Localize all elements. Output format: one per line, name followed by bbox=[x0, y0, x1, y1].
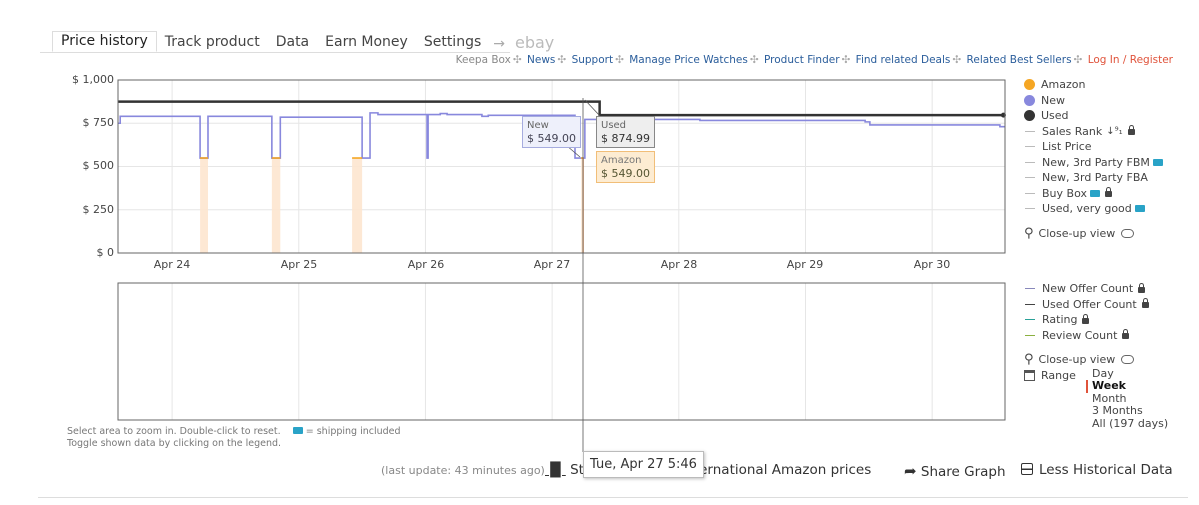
legend-item-new-offer-count[interactable]: New Offer Count bbox=[1024, 281, 1168, 297]
amazon-price-area bbox=[200, 158, 208, 253]
tooltip-used: Used $ 874.99 bbox=[596, 116, 655, 148]
range-selector: Range Day Week Month 3 Months All (197 d… bbox=[1024, 367, 1168, 431]
toggle-icon[interactable] bbox=[1121, 355, 1135, 365]
lock-icon bbox=[1138, 282, 1146, 293]
truck-icon bbox=[292, 427, 303, 434]
truck-icon bbox=[1089, 189, 1100, 197]
tooltip-label: Amazon bbox=[601, 155, 642, 166]
legend-label: Used Offer Count bbox=[1042, 297, 1137, 311]
legend-label: Amazon bbox=[1041, 78, 1086, 91]
new-dot-icon bbox=[1024, 94, 1035, 106]
legend-item-amazon[interactable]: Amazon bbox=[1024, 77, 1163, 93]
range-options: Day Week Month 3 Months All (197 days) bbox=[1086, 367, 1168, 431]
truck-icon bbox=[1134, 205, 1145, 213]
lock-icon bbox=[1104, 187, 1112, 198]
line-icon bbox=[1025, 177, 1035, 179]
search-icon: ⚲ bbox=[1024, 225, 1034, 241]
legend-label: New, 3rd Party FBA bbox=[1042, 171, 1148, 184]
legend-item-used-offer-count[interactable]: Used Offer Count bbox=[1024, 297, 1168, 313]
legend-label: Review Count bbox=[1042, 328, 1118, 342]
line-icon bbox=[1025, 303, 1035, 305]
range-all[interactable]: All (197 days) bbox=[1092, 417, 1168, 431]
tooltip-label: New bbox=[527, 120, 549, 131]
legend-bottom: New Offer Count Used Offer Count Rating … bbox=[1024, 281, 1168, 430]
range-label: Range bbox=[1041, 368, 1076, 382]
hint-text: Toggle shown data by clicking on the leg… bbox=[67, 438, 282, 449]
lock-icon bbox=[1127, 125, 1135, 136]
legend-item-used[interactable]: Used bbox=[1024, 108, 1163, 124]
legend-item-list-price[interactable]: List Price bbox=[1024, 139, 1163, 155]
legend-item-buy-box[interactable]: Buy Box bbox=[1024, 186, 1163, 202]
line-icon bbox=[1025, 161, 1035, 163]
chart-hint: Select area to zoom in. Double-click to … bbox=[67, 426, 401, 450]
legend-label: New Offer Count bbox=[1042, 282, 1134, 295]
legend-item-new-fbm[interactable]: New, 3rd Party FBM bbox=[1024, 155, 1163, 171]
line-icon bbox=[1025, 334, 1035, 336]
footer-divider bbox=[38, 497, 1188, 498]
legend-label: New bbox=[1041, 93, 1065, 107]
range-week[interactable]: Week bbox=[1086, 379, 1168, 393]
legend-item-rating[interactable]: Rating bbox=[1024, 312, 1168, 328]
hint-text: = shipping included bbox=[305, 426, 401, 437]
legend-label: Buy Box bbox=[1042, 186, 1087, 200]
legend-item-sales-rank[interactable]: Sales Rank ↓⁹₁ bbox=[1024, 124, 1163, 140]
hint-text: Select area to zoom in. Double-click to … bbox=[67, 426, 281, 437]
line-icon bbox=[1025, 192, 1035, 194]
share-label: Share Graph bbox=[920, 464, 1006, 480]
tooltip-value: $ 549.00 bbox=[527, 132, 576, 145]
closeup-label: Close-up view bbox=[1038, 226, 1116, 240]
legend-label: Rating bbox=[1042, 313, 1078, 326]
share-graph-button[interactable]: ➦ Share Graph bbox=[904, 462, 1006, 480]
bar-chart-icon: ▐▌ bbox=[545, 462, 566, 478]
legend-item-review-count[interactable]: Review Count bbox=[1024, 328, 1168, 344]
amazon-price-area bbox=[352, 158, 363, 253]
legend-label: Sales Rank bbox=[1042, 124, 1103, 138]
tooltip-value: $ 874.99 bbox=[601, 132, 650, 145]
last-update: (last update: 43 minutes ago) bbox=[381, 464, 545, 477]
sort-icon: ↓⁹₁ bbox=[1106, 125, 1123, 137]
amazon-dot-icon bbox=[1024, 79, 1035, 91]
truck-icon bbox=[1152, 158, 1163, 166]
less-historical-data-button[interactable]: Less Historical Data bbox=[1021, 462, 1173, 478]
tooltip-value: $ 549.00 bbox=[601, 167, 650, 180]
series-line-used bbox=[118, 100, 1004, 117]
legend-item-new-fba[interactable]: New, 3rd Party FBA bbox=[1024, 170, 1163, 186]
less-label: Less Historical Data bbox=[1039, 462, 1173, 478]
collapse-icon bbox=[1021, 463, 1033, 475]
tooltip-amazon: Amazon $ 549.00 bbox=[596, 151, 655, 183]
search-icon: ⚲ bbox=[1024, 352, 1034, 367]
calendar-icon bbox=[1024, 369, 1035, 381]
lock-icon bbox=[1122, 329, 1130, 340]
chart-frame-bottom bbox=[117, 282, 1006, 421]
line-icon bbox=[1025, 288, 1035, 290]
lock-icon bbox=[1082, 313, 1090, 324]
closeup-label: Close-up view bbox=[1038, 353, 1116, 366]
lock-icon bbox=[1141, 298, 1149, 309]
used-dot-icon bbox=[1024, 110, 1035, 122]
toggle-icon[interactable] bbox=[1121, 228, 1135, 238]
legend-label: List Price bbox=[1042, 140, 1092, 153]
amazon-price-area bbox=[271, 158, 281, 253]
line-icon bbox=[1025, 146, 1035, 148]
date-tooltip: Tue, Apr 27 5:46 bbox=[583, 451, 704, 478]
legend-label: Used bbox=[1041, 109, 1069, 122]
line-icon bbox=[1025, 130, 1035, 132]
legend-label: Used, very good bbox=[1042, 202, 1132, 215]
line-icon bbox=[1025, 208, 1035, 210]
tooltip-label: Used bbox=[601, 120, 627, 131]
closeup-toggle-bottom[interactable]: ⚲ Close-up view bbox=[1024, 352, 1168, 368]
share-icon: ➦ bbox=[904, 462, 917, 480]
line-icon bbox=[1025, 319, 1035, 321]
closeup-toggle-top[interactable]: ⚲ Close-up view bbox=[1024, 226, 1163, 242]
tooltip-new: New $ 549.00 bbox=[522, 116, 581, 148]
range-3-months[interactable]: 3 Months bbox=[1092, 404, 1168, 418]
legend-top: Amazon New Used Sales Rank ↓⁹₁ List Price… bbox=[1024, 77, 1163, 241]
legend-item-used-very-good[interactable]: Used, very good bbox=[1024, 201, 1163, 217]
legend-item-new[interactable]: New bbox=[1024, 93, 1163, 109]
legend-label: New, 3rd Party FBM bbox=[1042, 155, 1150, 169]
